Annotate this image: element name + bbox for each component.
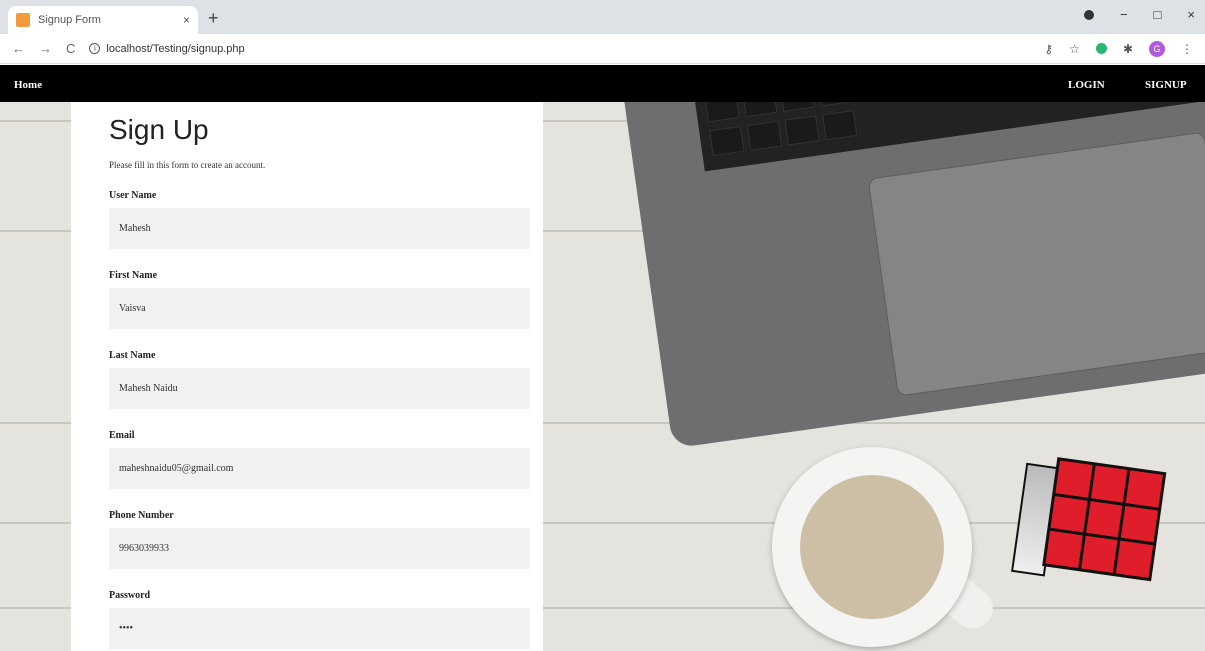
form-description: Please fill in this form to create an ac… [109,160,266,170]
key-icon[interactable]: ⚷ [1044,42,1053,56]
puzzle-icon[interactable]: ✱ [1123,42,1133,56]
password-field[interactable]: •••• [109,608,530,649]
username-field[interactable]: Mahesh [109,208,530,249]
forward-button[interactable]: → [39,41,52,56]
browser-toolbar: ← → C i localhost/Testing/signup.php ⚷ ☆… [0,34,1205,64]
browser-tab[interactable]: Signup Form × [8,6,198,34]
new-tab-button[interactable]: + [208,8,219,29]
first-name-field[interactable]: Vaisva [109,288,530,329]
username-label: User Name [109,190,157,201]
star-icon[interactable]: ☆ [1069,42,1080,56]
back-button[interactable]: ← [12,41,25,56]
rubiks-cube-image [1010,453,1167,601]
coffee-image [800,475,944,619]
password-label: Password [109,590,151,601]
nav-home-link[interactable]: Home [14,79,42,91]
tab-title: Signup Form [38,14,101,26]
info-icon[interactable]: i [89,43,101,54]
trackpad-image [867,131,1205,397]
page-title: Sign Up [109,114,209,145]
window-controls: − □ × [1083,7,1195,22]
address-bar[interactable]: i localhost/Testing/signup.php [89,38,1044,60]
last-name-field[interactable]: Mahesh Naidu [109,368,530,409]
laptop-image [623,102,1205,449]
email-label: Email [109,430,135,441]
reload-button[interactable]: C [66,41,75,56]
last-name-label: Last Name [109,350,156,361]
nav-signup-link[interactable]: SIGNUP [1145,79,1187,91]
extension-icon[interactable] [1095,43,1107,54]
account-circle-icon[interactable] [1083,9,1094,20]
browser-tabstrip: Signup Form × + − □ × [0,0,1205,34]
phone-label: Phone Number [109,510,174,521]
tab-close-icon[interactable]: × [183,13,190,27]
menu-icon[interactable]: ⋮ [1181,42,1193,56]
minimize-button[interactable]: − [1120,7,1128,22]
site-navbar: Home LOGIN SIGNUP [0,65,1205,102]
close-window-button[interactable]: × [1187,7,1195,22]
nav-login-link[interactable]: LOGIN [1068,79,1105,91]
first-name-label: First Name [109,270,158,281]
email-field[interactable]: maheshnaidu05@gmail.com [109,448,530,489]
favicon-icon [16,13,30,27]
signup-form: Sign Up Please fill in this form to crea… [71,102,543,651]
toolbar-icons: ⚷ ☆ ✱ G ⋮ [1044,40,1193,57]
phone-field[interactable]: 9963039933 [109,528,530,569]
avatar[interactable]: G [1149,40,1165,57]
maximize-button[interactable]: □ [1154,7,1162,22]
url-text[interactable]: localhost/Testing/signup.php [106,43,244,55]
coffee-cup-image [772,447,972,647]
